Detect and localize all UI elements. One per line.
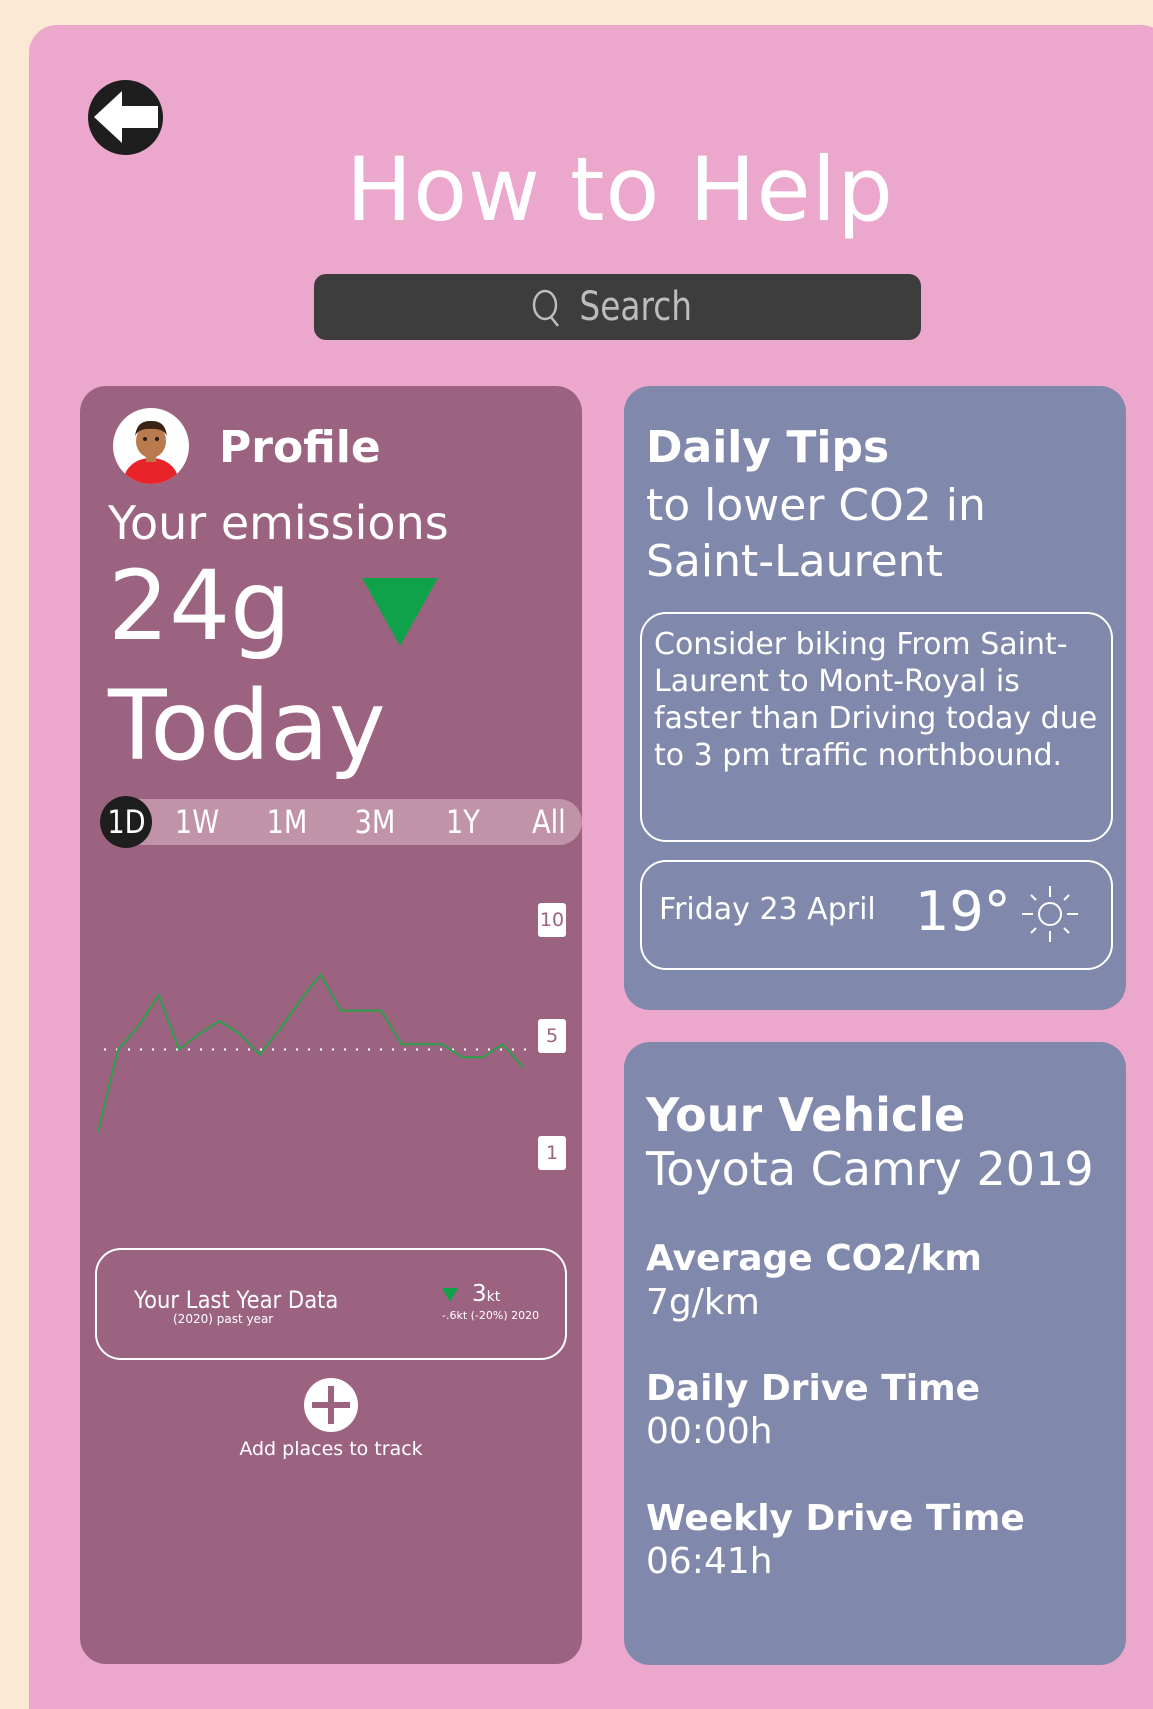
emissions-period: Today (108, 670, 386, 782)
last-year-change: -.6kt (-20%) 2020 (442, 1309, 540, 1322)
tab-label: 1Y (446, 803, 480, 841)
tab-label: All (532, 803, 566, 841)
avatar-person-icon (124, 420, 178, 484)
weather-temperature: 19° (915, 880, 1011, 943)
y-tick-1: 1 (538, 1136, 566, 1170)
daily-tips-card: Daily Tips to lower CO2 in Saint-Laurent… (624, 386, 1126, 1010)
tab-1y[interactable]: 1Y (434, 799, 492, 845)
trend-down-small-icon (442, 1288, 458, 1302)
emissions-chart: 10 5 1 (80, 886, 582, 1226)
emissions-label: Your emissions (108, 496, 449, 550)
last-year-title: Your Last Year Data (134, 1286, 339, 1314)
last-year-number: 3 (472, 1281, 487, 1307)
time-range-selector: 1D 1W 1M 3M 1Y All (100, 796, 582, 848)
add-place-label[interactable]: Add places to track (80, 1438, 582, 1460)
search-placeholder: Search (579, 284, 692, 330)
sun-icon (1022, 886, 1078, 942)
emissions-line-chart (97, 972, 527, 1133)
vehicle-model: Toyota Camry 2019 (646, 1142, 1094, 1196)
tab-all[interactable]: All (520, 799, 578, 845)
profile-title: Profile (219, 422, 381, 473)
search-icon (532, 289, 559, 327)
tab-3m[interactable]: 3M (346, 799, 404, 845)
avatar[interactable] (113, 408, 189, 484)
avg-co2-label: Average CO2/km (646, 1238, 982, 1279)
tip-text: Consider biking From Saint-Laurent to Mo… (640, 612, 1113, 842)
vehicle-title: Your Vehicle (646, 1088, 966, 1142)
tab-label: 1D (106, 803, 146, 841)
daily-drive-time-label: Daily Drive Time (646, 1368, 981, 1409)
tab-label: 1W (174, 803, 220, 841)
last-year-unit: kt (486, 1289, 501, 1305)
daily-drive-time-value: 00:00h (646, 1411, 773, 1452)
tab-label: 1M (266, 803, 308, 841)
tab-label: 3M (354, 803, 396, 841)
weather-widget: Friday 23 April 19° (640, 860, 1113, 970)
tips-subtitle: to lower CO2 in Saint-Laurent (646, 480, 986, 587)
last-year-value: 3kt (472, 1281, 500, 1307)
y-tick-10: 10 (538, 903, 566, 937)
profile-card: Profile Your emissions 24g Today 1D 1W 1… (80, 386, 582, 1664)
last-year-data[interactable]: Your Last Year Data (2020) past year 3kt… (95, 1248, 567, 1360)
page-title: How to Help (346, 138, 894, 241)
tab-1w[interactable]: 1W (168, 799, 226, 845)
trend-down-icon (362, 578, 438, 646)
search-input[interactable]: Search (314, 274, 921, 340)
weekly-drive-time-label: Weekly Drive Time (646, 1498, 1025, 1539)
y-tick-5: 5 (538, 1019, 566, 1053)
emissions-series-line (97, 972, 524, 1133)
tab-1m[interactable]: 1M (258, 799, 316, 845)
tab-1d[interactable]: 1D (100, 796, 152, 848)
avg-co2-value: 7g/km (646, 1282, 760, 1323)
weekly-drive-time-value: 06:41h (646, 1541, 773, 1582)
weather-date: Friday 23 April (659, 892, 876, 927)
vehicle-card: Your Vehicle Toyota Camry 2019 Average C… (624, 1042, 1126, 1665)
add-place-button[interactable] (304, 1378, 358, 1432)
emissions-value: 24g (108, 550, 292, 662)
last-year-subtitle: (2020) past year (173, 1312, 274, 1326)
tips-title: Daily Tips (646, 422, 890, 473)
